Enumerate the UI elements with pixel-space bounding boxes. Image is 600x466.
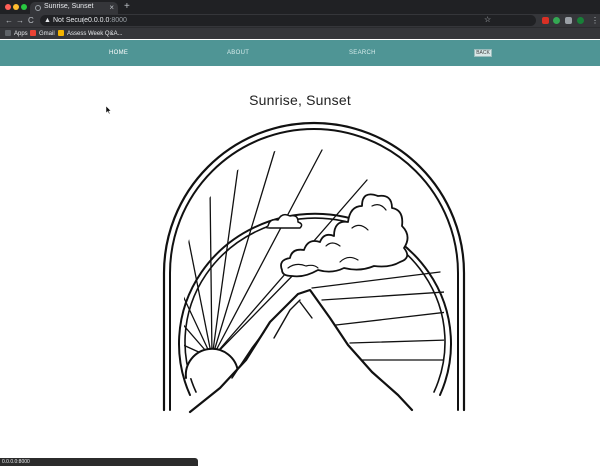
- bookmarks-bar: Apps Gmail Assess Week Q&A...: [0, 27, 600, 39]
- tab-title: Sunrise, Sunset: [44, 3, 94, 10]
- reload-icon[interactable]: C: [28, 15, 34, 26]
- nav-back-button[interactable]: BACK: [474, 49, 492, 57]
- close-tab-icon[interactable]: ×: [109, 2, 114, 14]
- nav-home-link[interactable]: HOME: [109, 49, 128, 57]
- sunrise-illustration: [162, 121, 466, 414]
- page-title: Sunrise, Sunset: [249, 92, 351, 108]
- bookmark-assess-week[interactable]: Assess Week Q&A...: [58, 29, 123, 39]
- minimize-window-button[interactable]: [13, 4, 19, 10]
- omnibox-divider: [83, 17, 84, 24]
- address-bar[interactable]: ▲ Not Secure 0.0.0.0:8000: [40, 15, 536, 26]
- close-window-button[interactable]: [5, 4, 11, 10]
- warning-icon: ▲: [44, 17, 51, 24]
- folder-icon: [58, 30, 64, 36]
- mouse-cursor-icon: [106, 106, 112, 115]
- extension-icon[interactable]: [542, 17, 549, 24]
- small-cloud: [265, 213, 303, 229]
- maximize-window-button[interactable]: [21, 4, 27, 10]
- nav-search-link[interactable]: SEARCH: [349, 49, 376, 57]
- apps-grid-icon: [5, 30, 11, 36]
- browser-tab-bar: Sunrise, Sunset × +: [0, 0, 600, 14]
- puzzle-icon[interactable]: [565, 17, 572, 24]
- new-tab-button[interactable]: +: [124, 1, 130, 13]
- menu-dots-icon[interactable]: ⋮: [591, 15, 599, 26]
- bookmark-star-icon[interactable]: ☆: [484, 14, 491, 25]
- bookmark-gmail[interactable]: Gmail: [30, 29, 55, 39]
- browser-toolbar: ← → C ▲ Not Secure 0.0.0.0:8000 ☆ ⋮: [0, 14, 600, 27]
- globe-icon: [35, 5, 41, 11]
- extension-icon[interactable]: [553, 17, 560, 24]
- site-navbar: HOME ABOUT SEARCH BACK: [0, 40, 600, 66]
- url-text[interactable]: 0.0.0.0:8000: [88, 16, 127, 25]
- bookmark-apps[interactable]: Apps: [5, 29, 28, 39]
- nav-about-link[interactable]: ABOUT: [227, 49, 249, 57]
- sun: [184, 347, 239, 381]
- gmail-icon: [30, 30, 36, 36]
- status-url: 0.0.0.0:8000: [2, 459, 30, 465]
- browser-tab[interactable]: Sunrise, Sunset ×: [30, 2, 118, 14]
- forward-arrow-icon[interactable]: →: [16, 15, 24, 26]
- browser-status-bar: 0.0.0.0:8000: [0, 458, 198, 466]
- back-arrow-icon[interactable]: ←: [5, 15, 13, 26]
- profile-avatar[interactable]: [577, 17, 584, 24]
